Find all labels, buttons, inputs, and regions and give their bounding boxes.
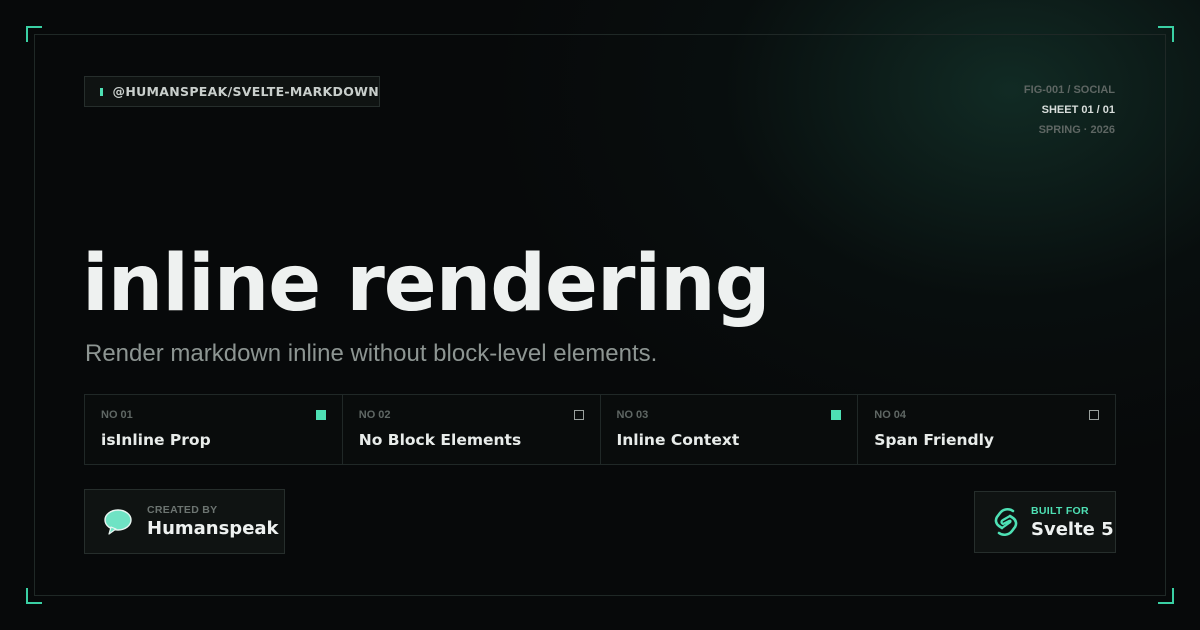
feature-label: Inline Context <box>616 431 740 449</box>
feature-label: isInline Prop <box>101 431 211 449</box>
feature-number: NO 02 <box>358 409 391 421</box>
creator-name: Humanspeak <box>147 518 279 539</box>
built-for-badge: BUILT FOR Svelte 5 <box>974 491 1116 553</box>
creator-caption: CREATED BY <box>147 504 218 516</box>
marker-square-icon <box>1089 410 1099 420</box>
feature-item: NO 03 Inline Context <box>601 395 859 464</box>
creator-badge: CREATED BY Humanspeak <box>84 489 285 554</box>
svelte-logo-icon <box>994 507 1018 537</box>
marker-square-icon <box>831 410 842 420</box>
feature-strip: NO 01 isInline Prop NO 02 No Block Eleme… <box>84 394 1116 465</box>
feature-item: NO 01 isInline Prop <box>85 395 343 464</box>
fig-label: FIG-001 / SOCIAL <box>1023 84 1115 96</box>
feature-number: NO 04 <box>874 409 907 421</box>
feature-number: NO 01 <box>101 409 133 421</box>
feature-item: NO 02 No Block Elements <box>343 395 601 464</box>
built-for-caption: BUILT FOR <box>1031 504 1089 517</box>
hero-title: inline rendering <box>82 239 771 329</box>
social-card: @HUMANSPEAK/SVELTE-MARKDOWN FIG-001 / SO… <box>0 0 1200 630</box>
feature-label: No Block Elements <box>358 431 522 449</box>
package-name: @HUMANSPEAK/SVELTE-MARKDOWN <box>112 84 379 99</box>
marker-square-icon <box>573 410 584 420</box>
corner-mark-bottom-left <box>26 588 42 604</box>
speech-bubble-icon <box>104 508 132 535</box>
sheet-label: SHEET 01 / 01 <box>1041 104 1115 116</box>
season-label: SPRING · 2026 <box>1038 124 1115 136</box>
corner-mark-top-left <box>26 26 42 42</box>
package-badge: @HUMANSPEAK/SVELTE-MARKDOWN <box>84 76 380 107</box>
feature-item: NO 04 Span Friendly <box>858 395 1115 464</box>
marker-square-icon <box>315 410 326 420</box>
square-bullet-icon <box>100 87 103 96</box>
corner-mark-bottom-right <box>1158 588 1174 604</box>
feature-label: Span Friendly <box>874 431 995 449</box>
built-for-name: Svelte 5 <box>1031 518 1114 540</box>
feature-number: NO 03 <box>616 409 649 421</box>
corner-mark-top-right <box>1158 26 1174 42</box>
hero-subtitle: Render markdown inline without block-lev… <box>85 340 658 367</box>
sheet-meta: FIG-001 / SOCIAL SHEET 01 / 01 SPRING · … <box>1024 80 1115 140</box>
